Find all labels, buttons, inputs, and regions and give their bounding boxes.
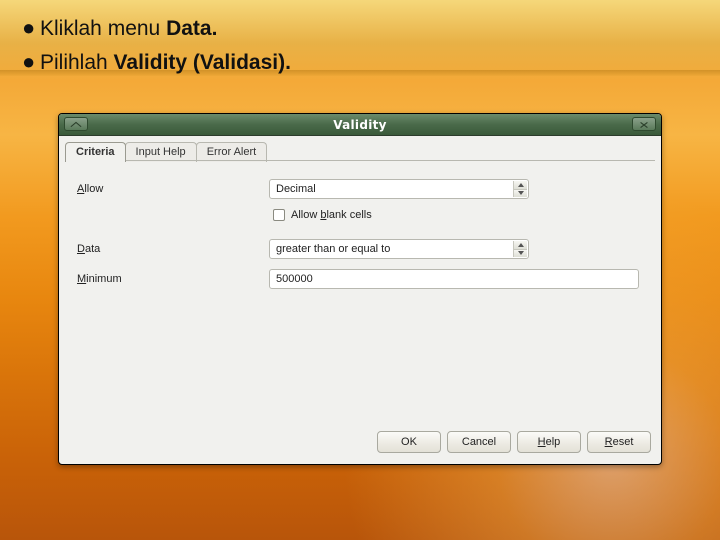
data-row: Data greater than or equal to (73, 239, 647, 259)
blank-cells-label: Allow blank cells (291, 209, 372, 221)
dialog-button-row: OK Cancel Help Reset (59, 428, 661, 464)
data-label: Data (73, 243, 269, 255)
instruction-2-text: Pilihlah (40, 51, 114, 74)
chevron-up-icon[interactable] (513, 241, 527, 250)
tab-bar: Criteria Input Help Error Alert (59, 136, 661, 161)
titlebar[interactable]: Validity (59, 114, 661, 136)
allow-spinner[interactable] (513, 181, 527, 197)
validity-dialog: Validity Criteria Input Help Error Alert… (58, 113, 662, 465)
allow-select[interactable]: Decimal (269, 179, 529, 199)
help-button[interactable]: Help (517, 431, 581, 453)
bullet-glyph: ● (22, 12, 40, 44)
instruction-2-bold: Validity (Validasi). (114, 51, 291, 74)
minimum-input[interactable]: 500000 (269, 269, 639, 289)
data-spinner[interactable] (513, 241, 527, 257)
bullet-glyph: ● (22, 46, 40, 78)
blank-cells-checkbox[interactable] (273, 209, 285, 221)
tab-error-alert[interactable]: Error Alert (196, 142, 268, 162)
chevron-down-icon[interactable] (513, 190, 527, 198)
data-select[interactable]: greater than or equal to (269, 239, 529, 259)
allow-label: Allow (73, 183, 269, 195)
allow-row: Allow Decimal (73, 179, 647, 199)
reset-button[interactable]: Reset (587, 431, 651, 453)
minimum-row: Minimum 500000 (73, 269, 647, 289)
tab-criteria[interactable]: Criteria (65, 142, 126, 162)
criteria-panel: Allow Decimal Allow blank cells Data (59, 161, 661, 428)
instruction-1-text: Kliklah menu (40, 17, 166, 40)
window-menu-button[interactable] (64, 117, 88, 131)
instruction-list: ● Kliklah menu Data. ● Pilihlah Validity… (22, 12, 698, 81)
cancel-button[interactable]: Cancel (447, 431, 511, 453)
chevron-up-icon[interactable] (513, 181, 527, 190)
allow-value: Decimal (276, 183, 316, 195)
minimum-value: 500000 (276, 273, 313, 285)
instruction-item-2: ● Pilihlah Validity (Validasi). (22, 46, 698, 78)
instruction-item-1: ● Kliklah menu Data. (22, 12, 698, 44)
close-button[interactable] (632, 117, 656, 131)
data-value: greater than or equal to (276, 243, 390, 255)
ok-button[interactable]: OK (377, 431, 441, 453)
minimum-label: Minimum (73, 273, 269, 285)
dialog-title: Validity (333, 118, 387, 132)
instruction-1-bold: Data. (166, 17, 217, 40)
chevron-down-icon[interactable] (513, 250, 527, 258)
tab-input-help[interactable]: Input Help (125, 142, 197, 162)
blank-cells-row: Allow blank cells (273, 209, 647, 221)
